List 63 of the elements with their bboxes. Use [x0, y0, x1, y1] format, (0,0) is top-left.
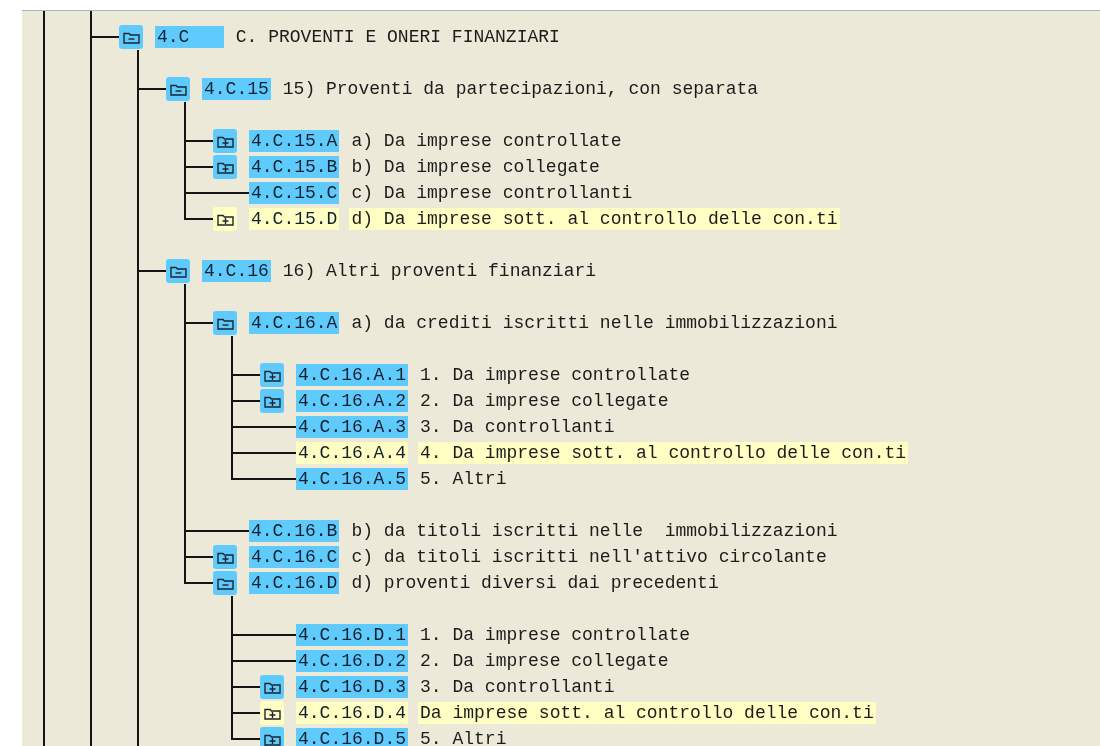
tree-line [184, 128, 213, 154]
node-label: 5. Altri [419, 728, 508, 746]
tree-line [137, 76, 166, 102]
node-key[interactable]: 4.C.16.A.5 [296, 468, 409, 490]
node-key[interactable]: 4.C.15.B [249, 156, 340, 178]
node-key[interactable]: 4.C.16.C [249, 546, 340, 568]
node-key[interactable]: 4.C.16.D [249, 572, 340, 594]
node-key[interactable]: 4.C.16.D.2 [296, 650, 409, 672]
node-label: c) Da imprese controllanti [350, 182, 634, 204]
node-label: 1. Da imprese controllate [419, 624, 692, 646]
node-label: c) da titoli iscritti nell'attivo circolante [350, 546, 828, 568]
node-label: 4. Da imprese sott. al controllo delle con.ti [418, 442, 909, 464]
folder-plus-icon[interactable] [260, 389, 284, 413]
node-key[interactable]: 4.C.16.A.3 [296, 416, 409, 438]
folder-minus-icon[interactable] [166, 77, 190, 101]
folder-plus-icon[interactable] [213, 207, 237, 231]
folder-minus-icon[interactable] [119, 25, 143, 49]
node-key[interactable]: 4.C.15.C [249, 182, 340, 204]
node-label: 16) Altri proventi finanziari [281, 260, 598, 282]
node-key[interactable]: 4.C.16.D.4 [296, 702, 409, 724]
node-key[interactable]: 4.C.16.A.2 [296, 390, 409, 412]
node-label: 15) Proventi da partecipazioni, con separata [281, 78, 760, 100]
node-key[interactable]: 4.C.16.A.1 [296, 364, 409, 386]
node-key[interactable]: 4.C.16.D.5 [296, 728, 409, 746]
node-label: d) Da imprese sott. al controllo delle con.ti [349, 208, 840, 230]
node-label: 5. Altri [419, 468, 508, 490]
node-label: a) Da imprese controllate [350, 130, 623, 152]
node-key[interactable]: 4.C.16.B [249, 520, 340, 542]
node-key[interactable]: 4.C.16.D.3 [296, 676, 409, 698]
node-label: Da imprese sott. al controllo delle con.ti [418, 702, 876, 724]
folder-plus-icon[interactable] [260, 727, 284, 746]
tree-line [231, 362, 260, 388]
node-label: b) da titoli iscritti nelle immobilizzazioni [350, 520, 839, 542]
folder-minus-icon[interactable] [213, 571, 237, 595]
node-key[interactable]: 4.C.15.A [249, 130, 340, 152]
folder-plus-icon[interactable] [213, 155, 237, 179]
folder-minus-icon[interactable] [213, 311, 237, 335]
node-label: a) da crediti iscritti nelle immobilizzazioni [350, 312, 839, 334]
node-key[interactable]: 4.C.16 [202, 260, 271, 282]
node-key[interactable]: 4.C.16.A.4 [296, 442, 409, 464]
node-label: 1. Da imprese controllate [419, 364, 692, 386]
folder-plus-icon[interactable] [260, 363, 284, 387]
folder-plus-icon[interactable] [260, 701, 284, 725]
node-label: 3. Da controllanti [419, 676, 616, 698]
node-key[interactable]: 4.C.16.A [249, 312, 340, 334]
node-key[interactable]: 4.C.15.D [249, 208, 340, 230]
node-label: 2. Da imprese collegate [419, 650, 670, 672]
folder-plus-icon[interactable] [260, 675, 284, 699]
folder-plus-icon[interactable] [213, 545, 237, 569]
node-label: b) Da imprese collegate [350, 156, 601, 178]
node-label: C. PROVENTI E ONERI FINANZIARI [234, 26, 561, 48]
tree-line [231, 700, 260, 726]
node-label: 3. Da controllanti [419, 416, 616, 438]
folder-minus-icon[interactable] [166, 259, 190, 283]
tree-line [184, 310, 213, 336]
node-label: 2. Da imprese collegate [419, 390, 670, 412]
node-label: d) proventi diversi dai precedenti [350, 572, 720, 594]
tree-line [231, 622, 296, 648]
tree-line [231, 440, 296, 466]
folder-plus-icon[interactable] [213, 129, 237, 153]
node-key[interactable]: 4.C [155, 26, 224, 48]
node-key[interactable]: 4.C.15 [202, 78, 271, 100]
node-key[interactable]: 4.C.16.D.1 [296, 624, 409, 646]
